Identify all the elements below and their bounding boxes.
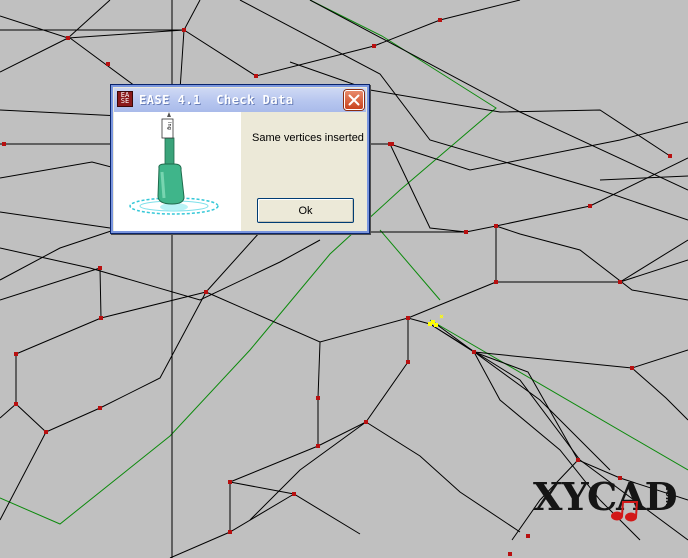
vertex-point[interactable]	[316, 444, 320, 448]
wire-edge	[169, 493, 295, 558]
vertex-point[interactable]	[66, 36, 70, 40]
wire-edge	[496, 259, 688, 283]
wire-edge	[435, 323, 611, 471]
vertex-point[interactable]	[182, 28, 186, 32]
wire-edge	[100, 291, 207, 319]
vertex-point[interactable]	[630, 366, 634, 370]
green-edge	[379, 229, 441, 301]
vertex-point[interactable]	[576, 458, 580, 462]
vertex-point[interactable]	[292, 492, 296, 496]
wire-edge	[0, 211, 111, 229]
vertex-point[interactable]	[668, 154, 672, 158]
wire-edge	[407, 226, 497, 319]
vertex-point[interactable]	[372, 44, 376, 48]
watermark-suffix: .com	[663, 482, 673, 507]
close-button[interactable]	[344, 90, 364, 110]
vertex-point[interactable]	[254, 74, 258, 78]
bottle-icon: ing	[129, 112, 219, 215]
xycad-watermark: XYCAD .com	[533, 476, 683, 526]
vertex-point[interactable]	[14, 352, 18, 356]
ease-logo-icon: EA SE	[117, 91, 133, 107]
dialog-titlebar[interactable]: EA SE EASE 4.1 Check Data	[114, 88, 366, 112]
wire-edge	[0, 431, 47, 521]
vertex-point[interactable]	[14, 402, 18, 406]
vertex-point[interactable]	[494, 280, 498, 284]
wire-edge	[317, 318, 409, 447]
wire-edge	[495, 225, 688, 301]
watermark-logo-text: XYCAD	[533, 474, 678, 519]
vertex-point[interactable]	[618, 280, 622, 284]
vertex-point[interactable]	[44, 430, 48, 434]
wire-edge	[229, 481, 361, 535]
ok-button[interactable]: Ok	[257, 198, 354, 223]
green-edge	[0, 0, 497, 525]
vertex-point[interactable]	[204, 290, 208, 294]
vertex-point[interactable]	[588, 204, 592, 208]
wire-edge	[67, 0, 111, 39]
vertex-point[interactable]	[390, 142, 394, 146]
vertex-point[interactable]	[508, 552, 512, 556]
wire-edge	[619, 239, 688, 283]
dialog-message: Same vertices inserted	[252, 132, 364, 144]
vertex-point[interactable]	[364, 420, 368, 424]
green-edge	[429, 319, 688, 471]
wire-edge	[249, 421, 367, 521]
vertex-point[interactable]	[406, 360, 410, 364]
vertex-point[interactable]	[464, 230, 468, 234]
wire-edge	[0, 267, 101, 301]
wire-edge	[389, 143, 688, 233]
wire-edge	[205, 229, 331, 293]
selected-vertex[interactable]	[434, 323, 438, 327]
vertex-point[interactable]	[99, 316, 103, 320]
close-icon	[348, 94, 360, 106]
wire-edge	[0, 239, 321, 301]
vertex-point[interactable]	[438, 18, 442, 22]
check-data-dialog: EA SE EASE 4.1 Check Data ing Same vertic…	[110, 84, 370, 234]
vertex-point[interactable]	[494, 224, 498, 228]
vertex-point[interactable]	[106, 62, 110, 66]
bottle-label: ing	[166, 122, 172, 130]
vertex-point[interactable]	[98, 266, 102, 270]
vertex-point[interactable]	[316, 396, 320, 400]
music-notes-icon	[611, 501, 639, 522]
vertex-point[interactable]	[526, 534, 530, 538]
selected-vertex-marker	[428, 314, 444, 327]
vertex-point[interactable]	[472, 350, 476, 354]
vertex-point[interactable]	[228, 480, 232, 484]
wire-edge	[0, 403, 17, 419]
wire-edge	[631, 367, 688, 421]
wire-edge	[0, 37, 69, 73]
dialog-title: EASE 4.1 Check Data	[139, 93, 294, 107]
vertex-point[interactable]	[98, 406, 102, 410]
wire-edge	[15, 267, 207, 433]
wire-edge	[365, 421, 521, 533]
dialog-illustration: ing	[114, 112, 241, 231]
wire-edge	[0, 0, 521, 77]
vertex-point[interactable]	[2, 142, 6, 146]
vertex-point[interactable]	[228, 530, 232, 534]
selection-tick	[439, 314, 444, 319]
wire-edge	[229, 341, 321, 532]
vertex-point[interactable]	[406, 316, 410, 320]
